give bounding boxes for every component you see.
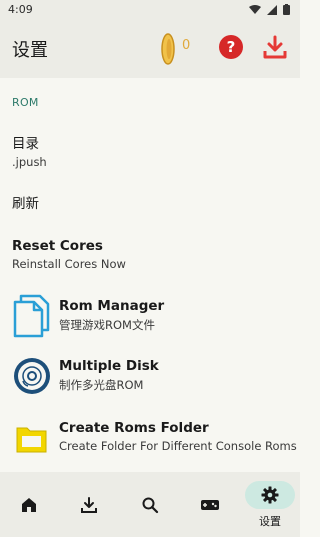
rom-manager-subtitle: 管理游戏ROM文件: [59, 318, 155, 332]
folder-icon: [16, 427, 47, 453]
system-icons: [249, 4, 290, 15]
download-icon: [81, 496, 97, 513]
refresh-setting[interactable]: 刷新: [12, 192, 39, 212]
gear-icon: [261, 486, 279, 503]
svg-text:?: ?: [227, 38, 236, 56]
status-bar: 4:09: [0, 0, 300, 20]
create-roms-folder-title: Create Roms Folder: [59, 420, 209, 436]
reset-cores-setting[interactable]: Reset Cores Reinstall Cores Now: [12, 238, 126, 271]
disc-icon: [14, 358, 50, 394]
nav-games[interactable]: [195, 472, 225, 537]
nav-settings-label: 设置: [259, 514, 281, 528]
nav-home[interactable]: [14, 472, 44, 537]
reset-cores-title: Reset Cores: [12, 238, 103, 254]
multiple-disk-item[interactable]: Multiple Disk 制作多光盘ROM: [12, 354, 297, 398]
nav-settings-indicator: [245, 480, 295, 509]
page-title: 设置: [12, 40, 48, 61]
reset-cores-subtitle: Reinstall Cores Now: [12, 257, 126, 271]
coin-count: 0: [182, 38, 191, 53]
multiple-disk-subtitle: 制作多光盘ROM: [59, 378, 144, 392]
app-bar: 设置 0 ?: [0, 20, 300, 78]
nav-settings[interactable]: 设置: [245, 472, 295, 537]
battery-icon: [283, 4, 290, 15]
directory-title: 目录: [12, 136, 39, 152]
help-icon[interactable]: ?: [219, 35, 243, 59]
create-roms-folder-subtitle: Create Folder For Different Console Roms: [59, 439, 297, 453]
nav-search[interactable]: [135, 472, 165, 537]
bottom-navigation: 设置: [0, 472, 300, 537]
refresh-title: 刷新: [12, 196, 39, 212]
download-icon[interactable]: [262, 34, 288, 60]
home-icon: [22, 497, 36, 512]
rom-manager-title: Rom Manager: [59, 298, 165, 314]
nav-downloads[interactable]: [74, 472, 104, 537]
coin-icon[interactable]: [160, 32, 176, 66]
section-header-rom: ROM: [12, 96, 39, 109]
create-roms-folder-item[interactable]: Create Roms Folder Create Folder For Dif…: [12, 416, 297, 460]
signal-icon: [267, 4, 277, 15]
multiple-disk-title: Multiple Disk: [59, 358, 159, 374]
gamepad-icon: [201, 499, 219, 510]
search-icon: [142, 497, 159, 513]
status-time: 4:09: [8, 3, 33, 16]
directory-setting[interactable]: 目录 .jpush: [12, 132, 47, 169]
files-icon: [13, 294, 50, 338]
rom-manager-item[interactable]: Rom Manager 管理游戏ROM文件: [12, 294, 297, 338]
wifi-icon: [249, 4, 261, 14]
directory-value: .jpush: [12, 155, 47, 169]
